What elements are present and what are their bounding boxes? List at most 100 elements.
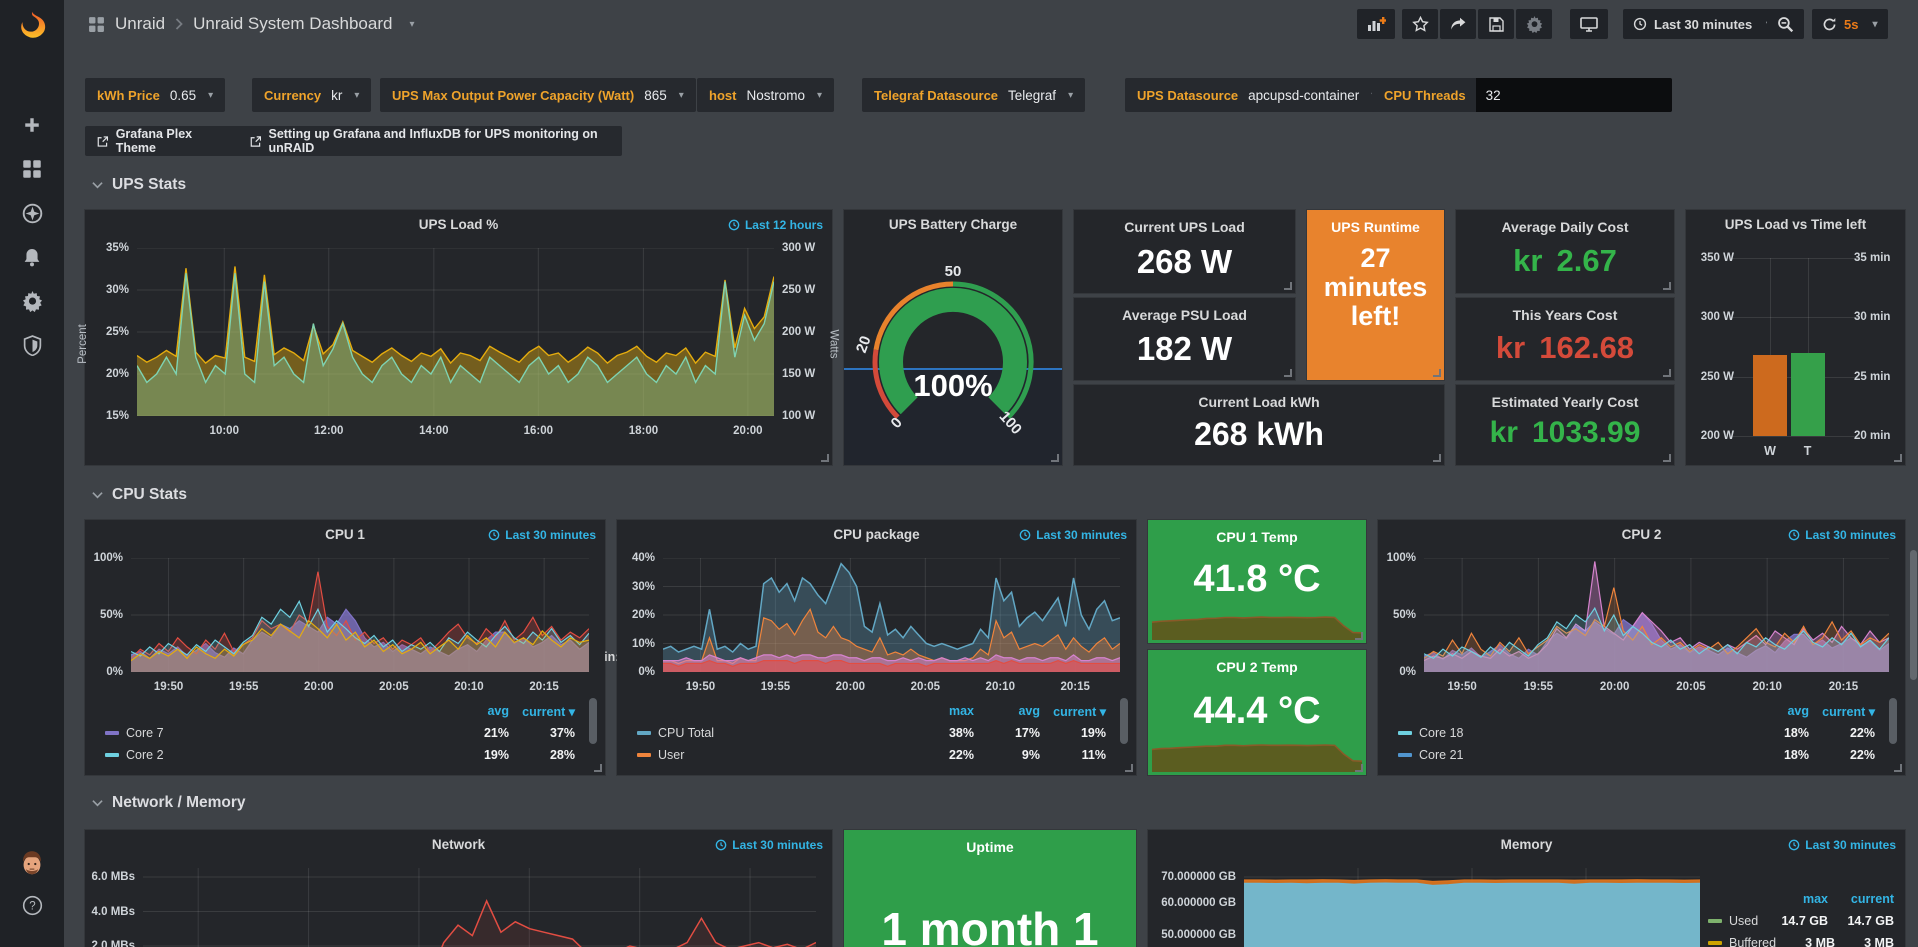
alerting-bell-icon[interactable] [0,238,64,276]
breadcrumb-dashboard[interactable]: Unraid System Dashboard [193,14,392,34]
create-plus-icon[interactable] [0,106,64,144]
legend-scrollbar[interactable] [589,698,597,744]
stat-title[interactable]: Current Load kWh [1074,394,1444,410]
panel-timerange-link[interactable]: Last 30 minutes [488,528,596,542]
legend-series-name[interactable]: Buffered [1708,936,1776,947]
panel-timerange-link[interactable]: Last 30 minutes [1788,528,1896,542]
variable-ups-datasource[interactable]: UPS Datasource apcupsd-container ▾ [1125,78,1388,112]
stat-title[interactable]: CPU 1 Temp [1148,529,1366,545]
legend-series-name[interactable]: CPU Total [637,726,908,740]
panel-timerange-link[interactable]: Last 30 minutes [1788,838,1896,852]
stat-title[interactable]: Uptime [844,839,1136,855]
stat-title[interactable]: UPS Runtime [1307,219,1444,235]
variable-label: Currency [264,88,321,103]
panel-timerange-link[interactable]: Last 12 hours [728,218,823,232]
cpu1-chart[interactable]: 100%50%0%19:5019:5520:0020:0520:1020:15 [131,558,589,672]
timerange-label: Last 30 minutes [1805,838,1896,852]
cpu-package-chart[interactable]: 40%30%20%10%0%19:5019:5520:0020:0520:102… [663,558,1120,672]
breadcrumb-app[interactable]: Unraid [115,14,165,34]
stat-value: 162.68 [1539,330,1634,366]
server-admin-shield-icon[interactable] [0,326,64,364]
legend-scrollbar[interactable] [1889,698,1897,744]
network-chart[interactable]: 6.0 MBs4.0 MBs2.0 MBs [143,868,816,947]
variable-kwh-price[interactable]: kWh Price 0.65 ▾ [85,78,225,112]
variable-ups-max-power[interactable]: UPS Max Output Power Capacity (Watt) 865… [380,78,696,112]
link-ups-monitoring-guide[interactable]: Setting up Grafana and InfluxDB for UPS … [250,127,610,155]
link-grafana-plex-theme[interactable]: Grafana Plex Theme [97,127,224,155]
legend-series-name[interactable]: Used [1708,914,1762,928]
axis-tick-y: 100% [94,552,123,564]
section-network-memory[interactable]: Network / Memory [92,794,246,812]
axis-tick-y: 150 W [782,368,815,380]
axis-tick-y: 350 W [1701,252,1734,264]
panel-current-load-kwh: Current Load kWh 268 kWh [1074,385,1444,465]
dashboards-icon[interactable] [0,150,64,188]
page-scrollbar-thumb[interactable] [1910,550,1917,680]
legend-value: 21% [443,726,509,740]
user-avatar[interactable] [0,844,64,882]
legend-series-name[interactable]: Core 21 [1398,748,1743,762]
chevron-down-icon: ▾ [679,90,684,101]
panel-timerange-link[interactable]: Last 30 minutes [715,838,823,852]
ups-load-chart[interactable]: 35%30%25%20%15%300 W250 W200 W150 W100 W… [137,248,774,416]
legend-sort-column[interactable]: max [908,704,974,718]
panel-title[interactable]: UPS Load vs Time left [1686,217,1905,232]
zoom-out-button[interactable] [1767,9,1804,39]
section-cpu-stats[interactable]: CPU Stats [92,486,187,504]
stat-value: 1 month 1 [844,902,1136,947]
panel-timerange-link[interactable]: Last 30 minutes [1019,528,1127,542]
stat-unit: kr [1496,330,1525,366]
dashboard-dropdown-caret-icon[interactable]: ▾ [409,19,414,30]
configuration-gear-icon[interactable] [0,282,64,320]
variable-currency[interactable]: Currency kr ▾ [252,78,371,112]
cpu-threads-input[interactable] [1476,78,1672,112]
legend-sort-column[interactable]: current ▾ [509,704,575,719]
legend-sort-column[interactable]: current ▾ [1809,704,1875,719]
save-button[interactable] [1478,9,1514,39]
stat-title[interactable]: CPU 2 Temp [1148,659,1366,675]
explore-compass-icon[interactable] [0,194,64,232]
stat-title[interactable]: Estimated Yearly Cost [1456,394,1674,410]
cpu2-chart[interactable]: 100%50%0%19:5019:5520:0020:0520:1020:15 [1424,558,1889,672]
add-panel-button[interactable] [1357,9,1395,39]
legend-sort-column[interactable]: current [1828,892,1894,906]
settings-gear-button[interactable] [1516,9,1552,39]
legend-series-name[interactable]: Core 2 [105,748,443,762]
variable-host[interactable]: host Nostromo ▾ [697,78,834,112]
stat-title[interactable]: Average PSU Load [1074,307,1295,323]
axis-tick-x: 20:10 [454,681,483,693]
legend-sort-column[interactable]: avg [1743,704,1809,718]
refresh-picker[interactable]: 5s ▾ [1812,9,1888,39]
variable-telegraf-datasource[interactable]: Telegraf Datasource Telegraf ▾ [862,78,1085,112]
grafana-logo-icon[interactable] [0,8,64,46]
panel-title[interactable]: UPS Battery Charge [844,217,1062,232]
legend-sort-column[interactable]: current ▾ [1040,704,1106,719]
legend-series-name[interactable]: Core 18 [1398,726,1743,740]
legend-scrollbar[interactable] [1120,698,1128,744]
legend-sort-column[interactable]: avg [443,704,509,718]
help-icon[interactable]: ? [0,886,64,924]
legend-series-name[interactable]: User [637,748,908,762]
memory-chart[interactable]: 70.000000 GB60.000000 GB50.000000 GB [1244,868,1700,947]
legend-sort-column[interactable]: avg [974,704,1040,718]
time-range-picker[interactable]: Last 30 minutes ▾ [1623,9,1781,39]
section-ups-stats[interactable]: UPS Stats [92,176,186,194]
tv-mode-button[interactable] [1570,9,1608,39]
axis-tick-x: 20:00 [836,681,865,693]
panel-title[interactable]: UPS Load % [85,217,832,232]
refresh-icon [1822,17,1837,32]
legend-swatch [105,753,119,757]
legend-series-name[interactable]: Core 7 [105,726,443,740]
legend-value: 22% [1809,726,1875,740]
stat-title[interactable]: Average Daily Cost [1456,219,1674,235]
stat-title[interactable]: This Years Cost [1456,307,1674,323]
share-button[interactable] [1440,9,1476,39]
legend-row: Core 721%37% [105,722,575,744]
legend-sort-column[interactable]: max [1762,892,1828,906]
stat-value: 2.67 [1556,243,1616,279]
cpu2-temp-sparkline [1152,742,1362,772]
stat-title[interactable]: Current UPS Load [1074,219,1295,235]
ups-load-vs-time-chart[interactable]: WT350 W300 W250 W200 W35 min30 min25 min… [1742,258,1846,436]
star-button[interactable] [1402,9,1438,39]
axis-tick-x: 14:00 [419,425,448,437]
